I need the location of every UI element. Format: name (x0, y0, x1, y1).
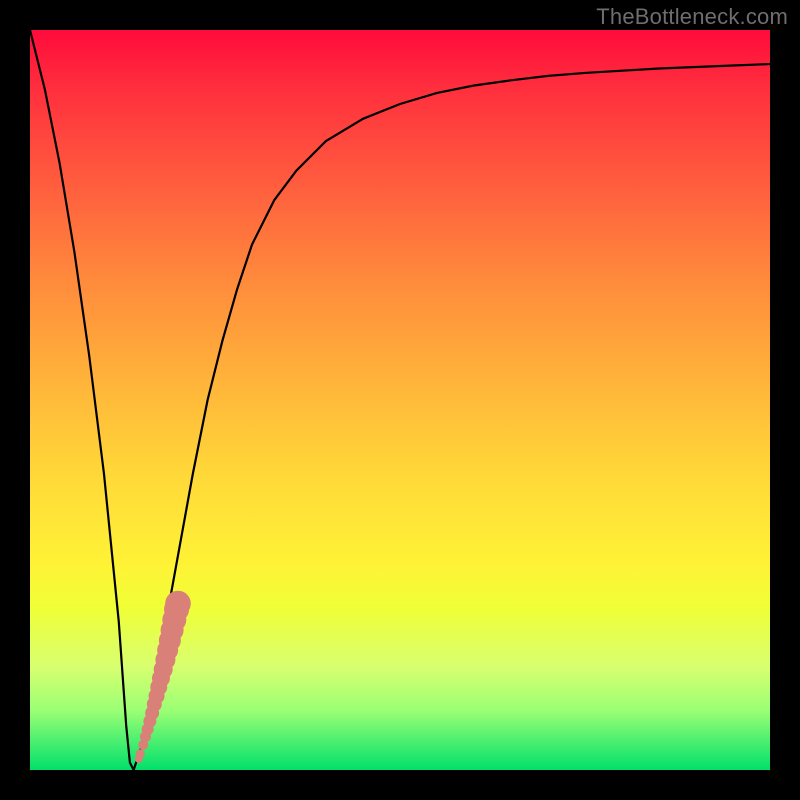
plot-area (30, 30, 770, 770)
chart-frame: TheBottleneck.com (0, 0, 800, 800)
bottleneck-curve (30, 30, 770, 770)
marker-dot (136, 749, 145, 758)
chart-svg (30, 30, 770, 770)
watermark-text: TheBottleneck.com (596, 4, 788, 30)
marker-dot (165, 591, 191, 617)
highlighted-segment (135, 591, 191, 763)
